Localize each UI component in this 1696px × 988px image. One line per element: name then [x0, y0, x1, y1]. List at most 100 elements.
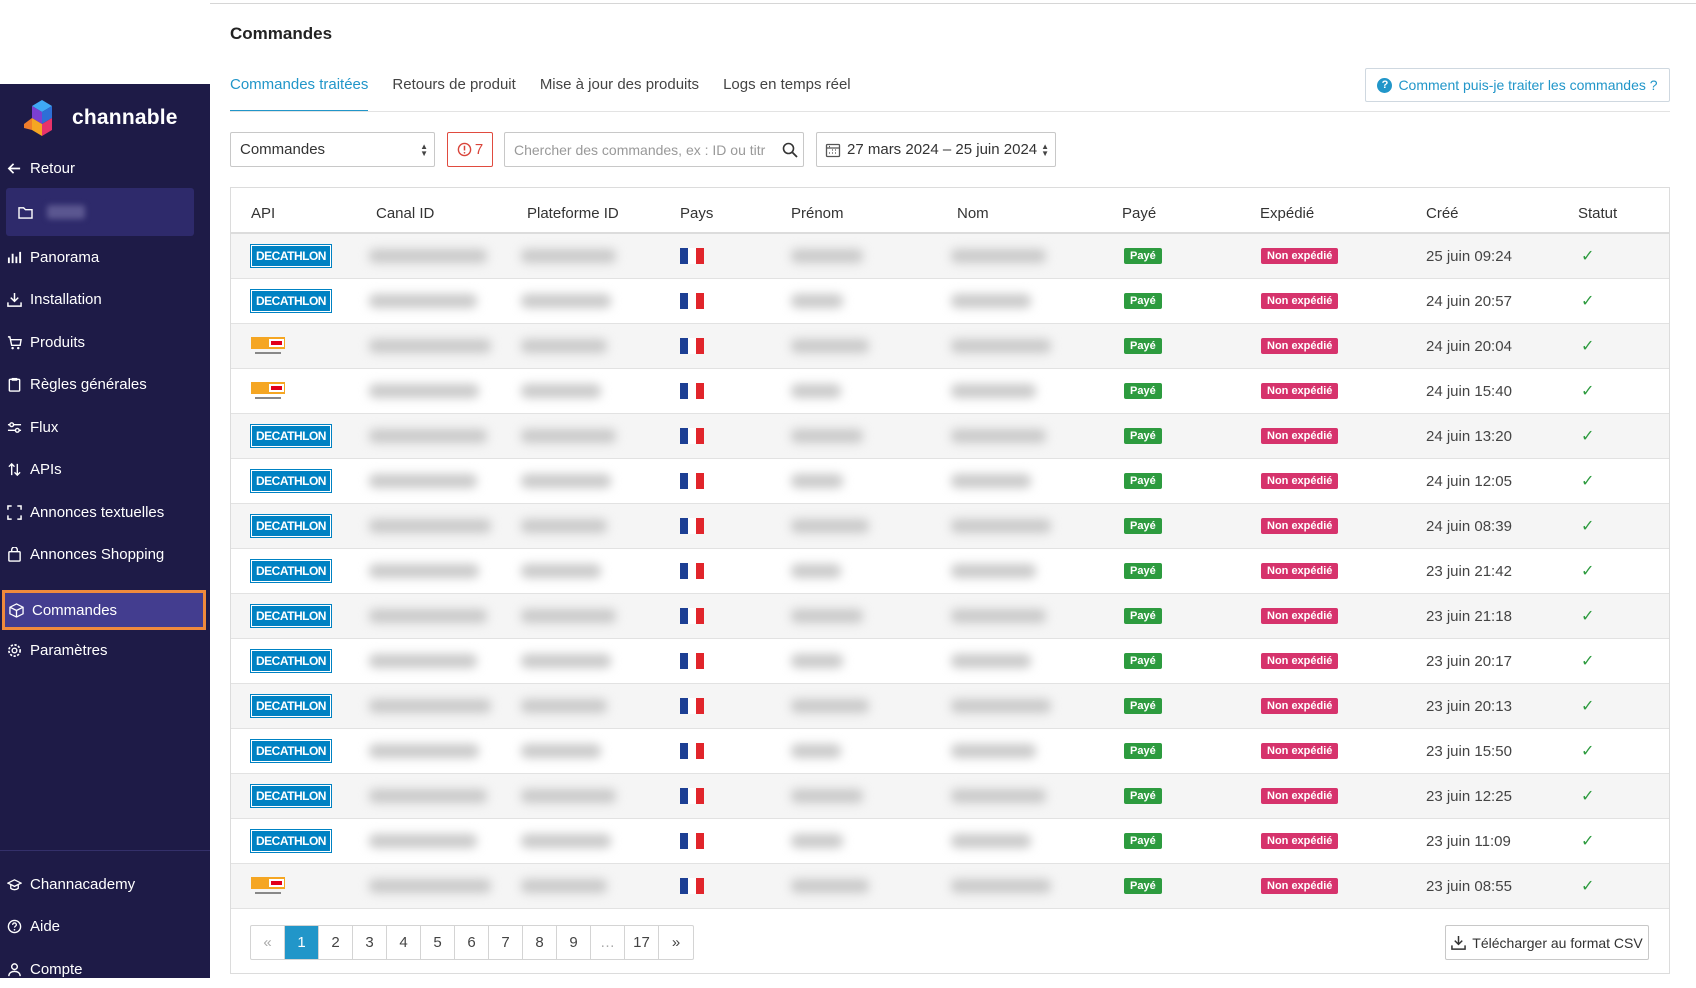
tab-mise-a-jour-produits[interactable]: Mise à jour des produits [540, 74, 699, 112]
sidebar-item-annonces-textuelles[interactable]: Annonces textuelles [0, 493, 210, 531]
help-button[interactable]: ? Comment puis-je traiter les commandes … [1365, 68, 1670, 102]
firstname-cell [791, 819, 843, 863]
channable-logo[interactable]: channable [22, 98, 178, 138]
created-cell: 23 juin 08:55 [1426, 877, 1512, 895]
table-row[interactable]: DECATHLON Payé Non expédié 24 juin 12:05 ✓ [231, 459, 1669, 504]
table-row[interactable]: DECATHLON Payé Non expédié 25 juin 09:24 ✓ [231, 234, 1669, 279]
paid-badge: Payé [1124, 473, 1162, 489]
check-icon: ✓ [1581, 698, 1595, 715]
decathlon-logo: DECATHLON [250, 649, 332, 673]
table-row[interactable]: DECATHLON Payé Non expédié 24 juin 08:39 ✓ [231, 504, 1669, 549]
gear-icon [8, 643, 21, 657]
sidebar-item-flux[interactable]: Flux [0, 408, 210, 446]
sidebar-item-produits[interactable]: Produits [0, 323, 210, 361]
alert-filter-button[interactable]: 7 [447, 132, 493, 167]
tab-logs-temps-reel[interactable]: Logs en temps réel [723, 74, 851, 112]
api-cell: DECATHLON [250, 279, 332, 323]
table-row[interactable]: DECATHLON Payé Non expédié 24 juin 20:57 ✓ [231, 279, 1669, 324]
redacted-value [951, 519, 1051, 533]
shipped-cell: Non expédié [1261, 729, 1339, 773]
check-icon: ✓ [1581, 788, 1595, 805]
sidebar-item-parametres[interactable]: Paramètres [0, 631, 210, 669]
created-cell: 23 juin 12:25 [1426, 787, 1512, 805]
check-icon: ✓ [1581, 338, 1595, 355]
pagination-page[interactable]: 8 [523, 926, 557, 959]
plateforme-id-cell [521, 594, 616, 638]
table-row[interactable]: Payé Non expédié 24 juin 20:04 ✓ [231, 324, 1669, 369]
table-row[interactable]: DECATHLON Payé Non expédié 23 juin 21:18 ✓ [231, 594, 1669, 639]
created-cell: 23 juin 21:42 [1426, 562, 1512, 580]
pagination-page[interactable]: 5 [421, 926, 455, 959]
france-flag-icon [680, 293, 704, 309]
table-row[interactable]: DECATHLON Payé Non expédié 23 juin 12:25 ✓ [231, 774, 1669, 819]
sidebar-item-aide[interactable]: Aide [0, 907, 210, 945]
sidebar-item-channacademy[interactable]: Channacademy [0, 865, 210, 903]
table-row[interactable]: Payé Non expédié 24 juin 15:40 ✓ [231, 369, 1669, 414]
pagination-next[interactable]: » [659, 926, 693, 959]
redacted-value [791, 654, 843, 668]
brackets-icon [7, 504, 22, 520]
firstname-cell [791, 459, 843, 503]
redacted-value [951, 609, 1046, 623]
paid-badge: Payé [1124, 608, 1162, 624]
sidebar-item-compte[interactable]: Compte [0, 950, 210, 988]
shipped-cell: Non expédié [1261, 594, 1339, 638]
pagination-page[interactable]: 9 [557, 926, 591, 959]
table-row[interactable]: Payé Non expédié 23 juin 08:55 ✓ [231, 864, 1669, 909]
column-header: Payé [1122, 205, 1157, 222]
redacted-value [951, 474, 1031, 488]
search-placeholder: Chercher des commandes, ex : ID ou titr [514, 141, 766, 158]
pagination-page[interactable]: 7 [489, 926, 523, 959]
redacted-value [369, 384, 479, 398]
table-row[interactable]: DECATHLON Payé Non expédié 23 juin 15:50 ✓ [231, 729, 1669, 774]
shipped-badge: Non expédié [1261, 293, 1339, 309]
table-row[interactable]: DECATHLON Payé Non expédié 24 juin 13:20 ✓ [231, 414, 1669, 459]
pagination-prev[interactable]: « [251, 926, 285, 959]
paid-cell: Payé [1124, 279, 1162, 323]
order-type-select[interactable]: Commandes ▲ ▼ [230, 132, 435, 167]
paid-cell: Payé [1124, 684, 1162, 728]
shipped-cell: Non expédié [1261, 234, 1339, 278]
pagination-page[interactable]: 17 [625, 926, 659, 959]
tab-bar: Commandes traitées Retours de produit Mi… [230, 74, 851, 112]
date-range-picker[interactable]: 27 mars 2024 – 25 juin 2024 ▲ ▼ [816, 132, 1056, 167]
table-row[interactable]: DECATHLON Payé Non expédié 23 juin 21:42 ✓ [231, 549, 1669, 594]
sidebar-item-label: Commandes [32, 601, 118, 619]
pagination-page[interactable]: 1 [285, 926, 319, 959]
fnac-darty-logo [251, 875, 287, 897]
paid-cell: Payé [1124, 864, 1162, 908]
redacted-value [369, 744, 479, 758]
plateforme-id-cell [521, 279, 611, 323]
lastname-cell [951, 369, 1036, 413]
api-cell: DECATHLON [250, 234, 332, 278]
shipped-cell: Non expédié [1261, 819, 1339, 863]
decathlon-logo: DECATHLON [250, 604, 332, 628]
pagination-page[interactable]: 4 [387, 926, 421, 959]
pagination-page[interactable]: 3 [353, 926, 387, 959]
tab-retours-produit[interactable]: Retours de produit [392, 74, 515, 112]
sidebar-item-annonces-shopping[interactable]: Annonces Shopping [0, 535, 210, 573]
table-row[interactable]: DECATHLON Payé Non expédié 23 juin 11:09 ✓ [231, 819, 1669, 864]
lastname-cell [951, 279, 1031, 323]
pagination-page[interactable]: 2 [319, 926, 353, 959]
table-row[interactable]: DECATHLON Payé Non expédié 23 juin 20:13 ✓ [231, 684, 1669, 729]
lastname-cell [951, 684, 1051, 728]
pagination-page[interactable]: 6 [455, 926, 489, 959]
download-csv-button[interactable]: Télécharger au format CSV [1445, 925, 1649, 960]
sidebar-item-apis[interactable]: APIs [0, 450, 210, 488]
sidebar-item-panorama[interactable]: Panorama [0, 238, 210, 276]
back-link[interactable]: Retour [0, 149, 210, 187]
sidebar-item-installation[interactable]: Installation [0, 280, 210, 318]
tab-commandes-traitees[interactable]: Commandes traitées [230, 74, 369, 112]
chart-icon [7, 251, 22, 263]
search-icon[interactable] [782, 142, 798, 158]
table-row[interactable]: DECATHLON Payé Non expédié 23 juin 20:17 ✓ [231, 639, 1669, 684]
sidebar-item-commandes[interactable]: Commandes [2, 590, 206, 630]
search-input[interactable]: Chercher des commandes, ex : ID ou titr [504, 132, 804, 167]
sidebar-item-regles-generales[interactable]: Règles générales [0, 365, 210, 403]
paid-cell: Payé [1124, 639, 1162, 683]
status-cell: ✓ [1581, 864, 1594, 908]
decathlon-logo: DECATHLON [250, 289, 332, 313]
country-cell [680, 729, 704, 773]
project-selector[interactable] [6, 188, 194, 236]
